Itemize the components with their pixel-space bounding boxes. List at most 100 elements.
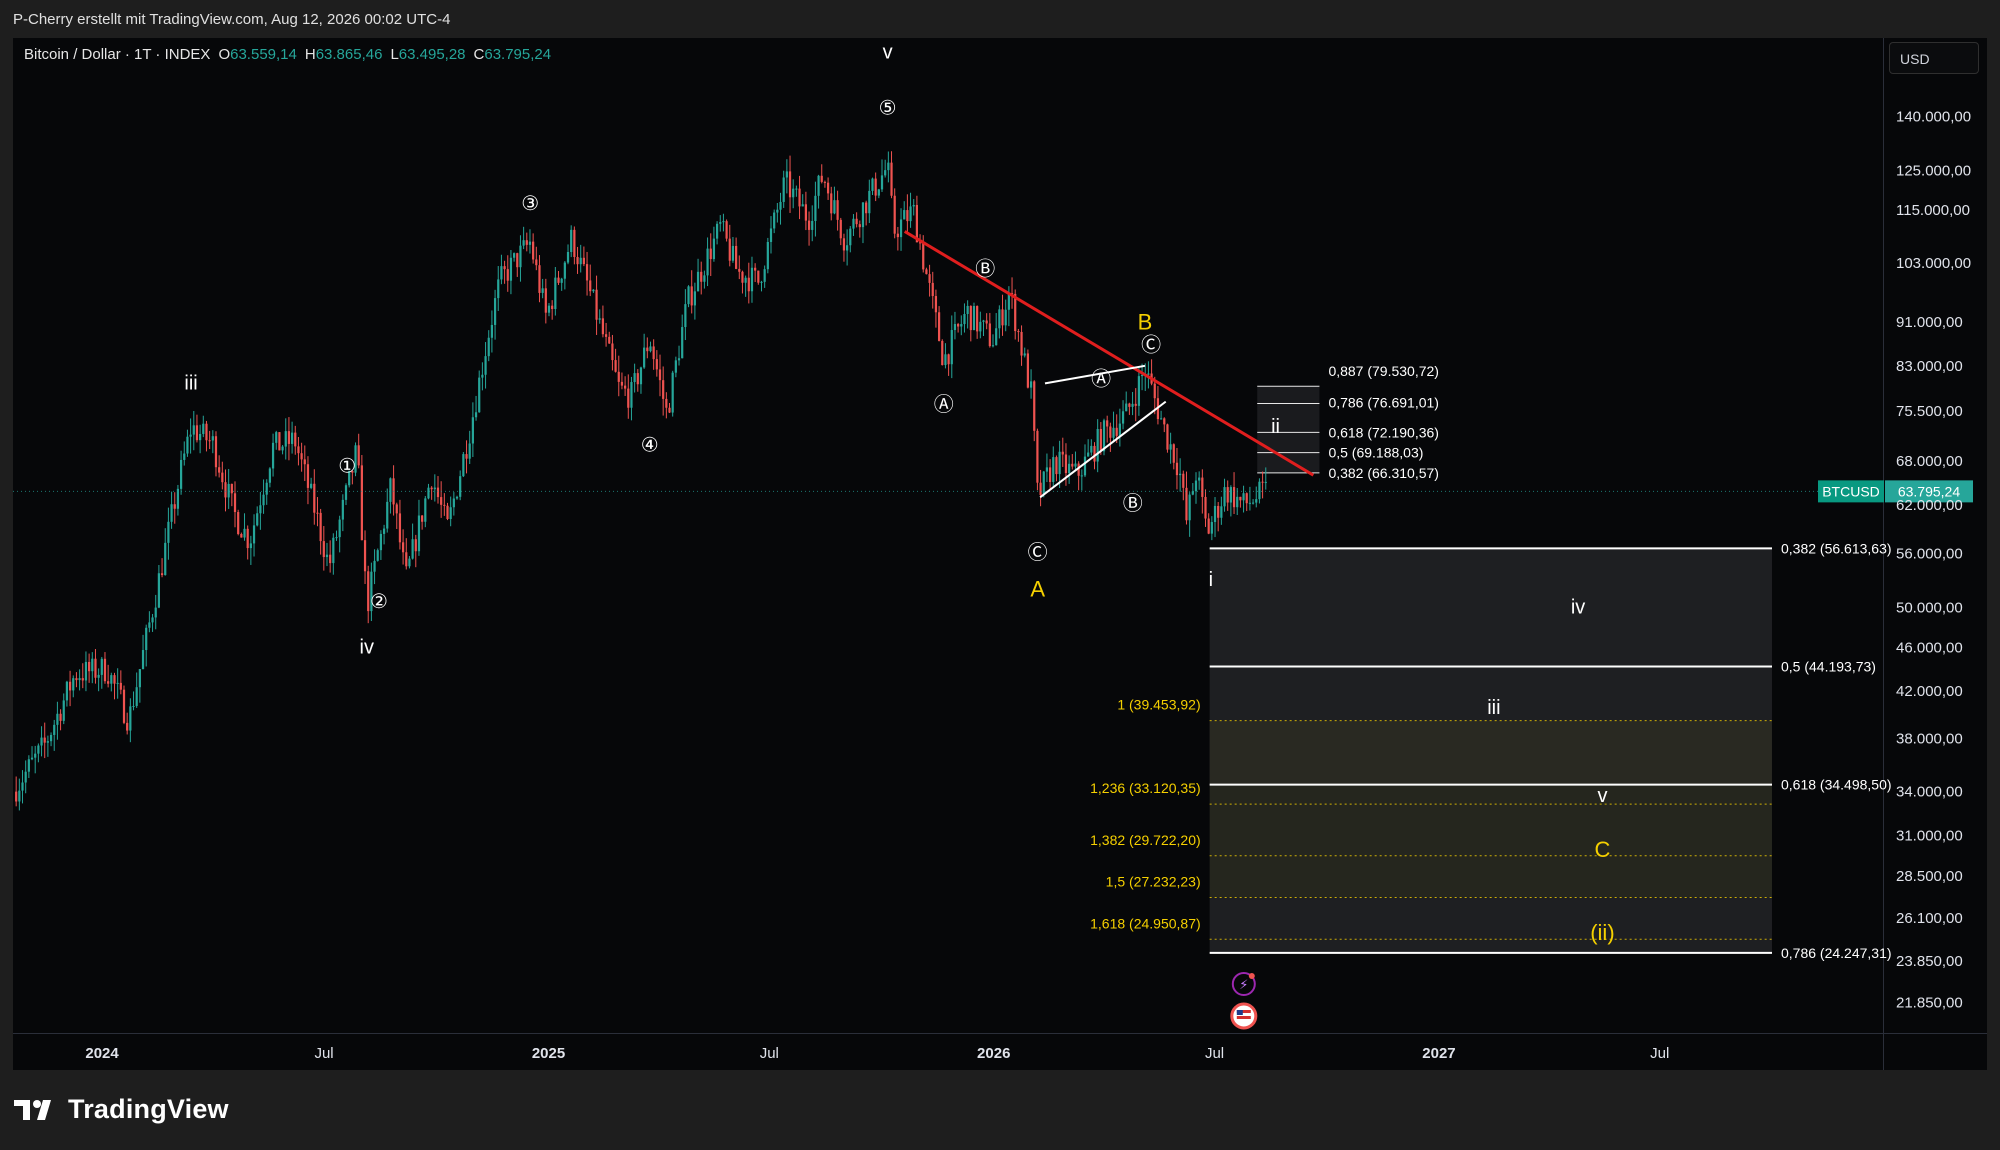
candle-body — [1080, 475, 1083, 477]
candle-body — [934, 296, 938, 313]
candle-body — [963, 313, 966, 325]
candle-body — [712, 238, 716, 260]
candle-body — [1099, 429, 1102, 452]
candle-body — [617, 371, 620, 382]
candle-body — [221, 472, 224, 483]
candle-body — [747, 277, 750, 292]
candle-body — [449, 507, 452, 519]
candle-body — [1058, 451, 1061, 475]
candle-body — [544, 288, 547, 313]
candle-body — [646, 347, 649, 352]
candle-body — [1087, 452, 1090, 457]
candle-body — [528, 241, 532, 245]
price-chart-svg[interactable]: 0,382 (56.613,63) 0,5 (44.193,73) 0,618 (3… — [0, 0, 2000, 1150]
circled-wave-label: ③ — [521, 191, 539, 215]
candle-body — [430, 487, 433, 490]
candle-body — [75, 678, 78, 681]
candle-body — [462, 454, 465, 477]
candle-body — [871, 178, 874, 191]
candle-body — [332, 537, 335, 564]
candle-body — [389, 478, 392, 502]
candle-body — [319, 512, 322, 542]
candle-body — [538, 265, 541, 293]
candle-body — [668, 407, 671, 413]
candle-body — [807, 220, 811, 230]
candle-body — [1207, 518, 1210, 534]
candle-body — [773, 212, 776, 229]
candle-body — [547, 305, 551, 313]
fib-level-label: 0,618 (34.498,50) — [1781, 777, 1892, 793]
wave-label: B — [1138, 309, 1153, 334]
candle-body — [103, 658, 107, 682]
candle-body — [633, 373, 636, 383]
candle-body — [516, 253, 519, 268]
candle-body — [865, 202, 868, 214]
candle-body — [1204, 496, 1207, 519]
candle-body — [148, 622, 151, 628]
circled-wave-label: ① — [338, 453, 356, 477]
tradingview-logo[interactable]: TradingView — [14, 1094, 229, 1125]
candle-body — [471, 417, 474, 444]
candle-body — [1264, 481, 1267, 483]
candle-body — [37, 745, 40, 754]
candle-body — [401, 542, 405, 553]
candle-body — [1147, 373, 1150, 375]
time-tick-label: Jul — [760, 1045, 779, 1062]
candle-body — [107, 681, 110, 684]
candle-body — [500, 266, 503, 280]
candle-body — [1223, 487, 1226, 507]
candle-body — [681, 327, 684, 359]
candle-body — [836, 200, 839, 220]
candle-body — [643, 347, 646, 368]
candle-body — [237, 512, 240, 534]
zone-fill-yellow — [1209, 720, 1772, 898]
candle-body — [972, 306, 976, 331]
candle-body — [592, 289, 595, 292]
price-tick-label: 23.850,00 — [1896, 953, 1963, 970]
candle-body — [379, 533, 383, 551]
candle-body — [208, 440, 211, 442]
candle-body — [1251, 502, 1255, 504]
candle-body — [1036, 430, 1039, 483]
candle-body — [160, 573, 164, 576]
candle-body — [135, 687, 138, 706]
us-flag-canton-icon — [1236, 1010, 1243, 1015]
candle-body — [1169, 444, 1172, 450]
candle-body — [976, 306, 979, 332]
candle-body — [1020, 331, 1023, 356]
symbol-legend[interactable]: Bitcoin / Dollar · 1T · INDEX O63.559,14 H… — [24, 46, 551, 63]
candle-body — [243, 528, 246, 538]
candle-body — [1248, 502, 1252, 504]
candle-body — [84, 661, 88, 681]
candle-body — [551, 305, 554, 310]
candle-body — [896, 233, 899, 238]
candle-body — [59, 713, 62, 721]
time-axis: 2024 Jul 2025 Jul 2026 Jul 2027 Jul — [85, 1045, 1669, 1062]
fib-level-label: 0,786 (24.247,31) — [1781, 945, 1892, 961]
close-value: 63.795,24 — [484, 46, 552, 63]
candle-body — [132, 705, 135, 707]
candle-body — [820, 175, 823, 182]
candle-body — [338, 519, 341, 538]
fib-level-label: 0,382 (56.613,63) — [1781, 540, 1892, 556]
circled-wave-label: ④ — [641, 433, 659, 457]
candle-body — [398, 513, 402, 543]
candle-body — [506, 269, 509, 281]
candle-body — [966, 305, 969, 314]
currency-button[interactable]: USD — [1889, 42, 1979, 74]
event-icons: ⚡ — [1230, 972, 1258, 1030]
candle-body — [1242, 493, 1245, 501]
candle-body — [630, 382, 633, 408]
candle-body — [671, 372, 674, 413]
candle-body — [313, 483, 316, 513]
candle-body — [192, 425, 195, 435]
price-tick-label: 103.000,00 — [1896, 255, 1971, 272]
candle-body — [1236, 496, 1239, 508]
candle-body — [579, 257, 582, 265]
candle-body — [81, 678, 84, 681]
price-tick-label: 26.100,00 — [1896, 910, 1963, 927]
low-label: L — [390, 46, 399, 63]
candle-body — [227, 483, 230, 498]
candle-body — [754, 267, 757, 271]
candle-body — [1068, 463, 1071, 474]
